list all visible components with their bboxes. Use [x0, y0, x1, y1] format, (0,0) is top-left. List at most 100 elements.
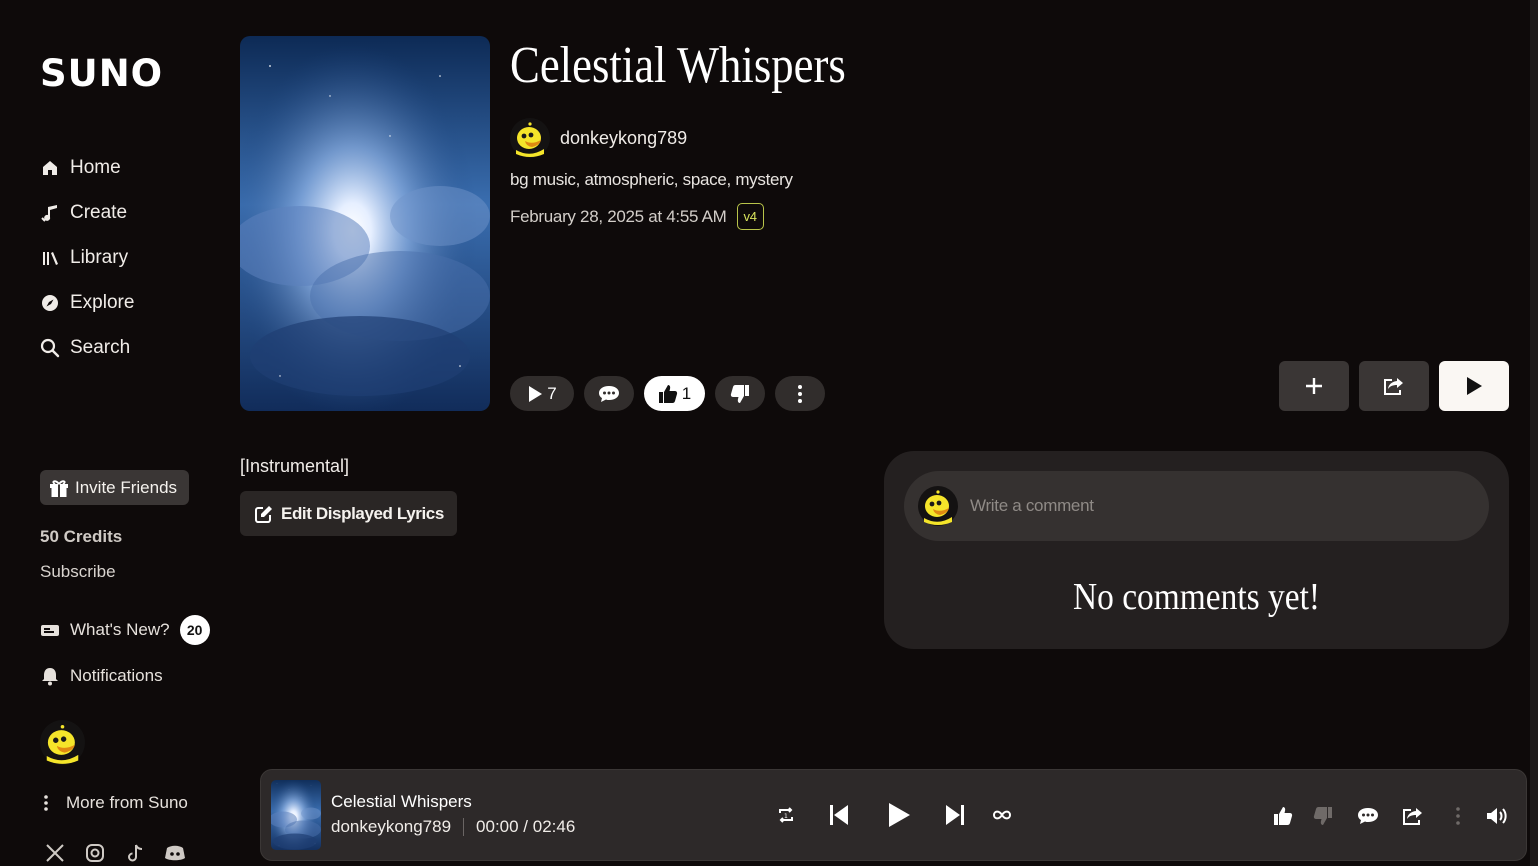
- next-button[interactable]: [941, 801, 969, 829]
- comments-panel: Write a comment No comments yet!: [884, 451, 1509, 649]
- player-share-button[interactable]: [1401, 804, 1425, 828]
- sidebar-item-search[interactable]: Search: [40, 337, 130, 359]
- library-icon: [40, 248, 60, 268]
- repeat-icon: 1: [777, 806, 795, 824]
- like-button[interactable]: 1: [644, 376, 705, 411]
- skip-back-icon: [827, 803, 851, 827]
- play-icon: [527, 385, 543, 403]
- more-vertical-icon: [40, 793, 52, 813]
- player-dislike-button[interactable]: [1311, 804, 1335, 828]
- song-date: February 28, 2025 at 4:55 AM: [510, 206, 727, 226]
- player-play-button[interactable]: [883, 799, 915, 831]
- song-date-row: February 28, 2025 at 4:55 AM v4: [510, 203, 764, 230]
- instagram-icon[interactable]: [84, 842, 106, 864]
- edit-lyrics-label: Edit Displayed Lyrics: [281, 503, 444, 523]
- discord-icon[interactable]: [164, 842, 186, 864]
- play-count: 7: [547, 383, 557, 403]
- divider: [463, 818, 465, 836]
- play-song-button[interactable]: [1439, 361, 1509, 411]
- artist-avatar: [510, 118, 550, 158]
- comment-icon: [598, 384, 620, 404]
- gift-icon: [49, 478, 69, 498]
- social-links: [44, 842, 186, 864]
- credits-count: 50 Credits: [40, 527, 123, 546]
- bell-icon: [40, 666, 60, 686]
- song-title: Celestial Whispers: [510, 37, 846, 94]
- skip-forward-icon: [943, 803, 967, 827]
- thumbs-down-icon: [730, 384, 750, 404]
- player-like-button[interactable]: [1271, 804, 1295, 828]
- share-icon: [1383, 376, 1405, 396]
- play-icon: [1465, 376, 1483, 396]
- comment-placeholder: Write a comment: [970, 496, 1094, 515]
- whats-new-label: What's New?: [70, 620, 170, 639]
- loop-button[interactable]: [991, 804, 1013, 826]
- sidebar-item-explore[interactable]: Explore: [40, 292, 134, 314]
- player-cover-art[interactable]: [271, 780, 321, 850]
- comment-input[interactable]: Write a comment: [904, 471, 1489, 541]
- sidebar-item-label: Create: [70, 202, 128, 223]
- player-song-title[interactable]: Celestial Whispers: [331, 792, 472, 812]
- sidebar-item-label: Explore: [70, 292, 135, 313]
- whats-new-count-badge: 20: [179, 615, 210, 645]
- more-vertical-icon: [1455, 806, 1461, 826]
- sidebar-item-label: Library: [70, 247, 129, 268]
- play-icon: [886, 801, 912, 829]
- comments-button[interactable]: [584, 376, 634, 411]
- sidebar-item-home[interactable]: Home: [40, 157, 121, 179]
- home-icon: [40, 158, 60, 178]
- version-badge: v4: [736, 203, 764, 230]
- notifications-label: Notifications: [70, 666, 163, 685]
- invite-friends-button[interactable]: Invite Friends: [40, 470, 189, 505]
- user-avatar[interactable]: [40, 720, 85, 765]
- whats-new-item[interactable]: What's New? 20: [40, 615, 210, 645]
- like-count: 1: [681, 383, 692, 403]
- compass-icon: [40, 293, 60, 313]
- artist-link[interactable]: donkeykong789: [510, 118, 687, 158]
- player-meta: donkeykong789 00:00 / 02:46: [331, 817, 575, 837]
- tiktok-icon[interactable]: [124, 842, 146, 864]
- subscribe-link[interactable]: Subscribe: [40, 562, 116, 582]
- sidebar: SUNO Home Create Library Explore Search: [0, 0, 230, 866]
- share-button[interactable]: [1359, 361, 1429, 411]
- sidebar-item-create[interactable]: Create: [40, 202, 127, 224]
- more-from-suno-item[interactable]: More from Suno: [40, 793, 188, 813]
- share-icon: [1402, 806, 1424, 826]
- more-from-suno-label: More from Suno: [66, 793, 188, 812]
- edit-icon: [255, 505, 273, 523]
- svg-text:1: 1: [784, 813, 788, 820]
- page-scrollbar[interactable]: [1530, 0, 1538, 866]
- volume-button[interactable]: [1485, 804, 1509, 828]
- player-comment-button[interactable]: [1356, 804, 1380, 828]
- player-artist[interactable]: donkeykong789: [331, 817, 451, 837]
- edit-lyrics-button[interactable]: Edit Displayed Lyrics: [240, 491, 457, 536]
- more-vertical-icon: [797, 384, 803, 404]
- comment-icon: [1357, 806, 1379, 826]
- user-avatar: [918, 486, 958, 526]
- play-count-button[interactable]: 7: [510, 376, 574, 411]
- notifications-item[interactable]: Notifications: [40, 666, 163, 686]
- sidebar-item-label: Search: [70, 337, 131, 358]
- song-tags: bg music, atmospheric, space, mystery: [510, 170, 793, 189]
- suno-logo[interactable]: SUNO: [40, 52, 163, 95]
- dislike-button[interactable]: [715, 376, 765, 411]
- player-time: 00:00 / 02:46: [476, 817, 576, 836]
- sidebar-item-library[interactable]: Library: [40, 247, 128, 269]
- sidebar-item-label: Home: [70, 157, 121, 178]
- thumbs-down-icon: [1313, 806, 1333, 826]
- previous-button[interactable]: [825, 801, 853, 829]
- artist-name: donkeykong789: [560, 127, 688, 148]
- song-cover-art[interactable]: [240, 36, 490, 411]
- thumbs-up-icon: [658, 384, 678, 404]
- no-comments-message: No comments yet!: [1072, 576, 1321, 618]
- more-options-button[interactable]: [775, 376, 825, 411]
- infinity-icon: [992, 809, 1012, 821]
- invite-friends-label: Invite Friends: [75, 477, 178, 497]
- volume-icon: [1486, 806, 1508, 826]
- x-icon[interactable]: [44, 842, 66, 864]
- player-more-button[interactable]: [1448, 804, 1468, 828]
- music-note-icon: [40, 203, 60, 223]
- newspaper-icon: [40, 622, 60, 638]
- repeat-button[interactable]: 1: [775, 804, 797, 826]
- add-to-playlist-button[interactable]: [1279, 361, 1349, 411]
